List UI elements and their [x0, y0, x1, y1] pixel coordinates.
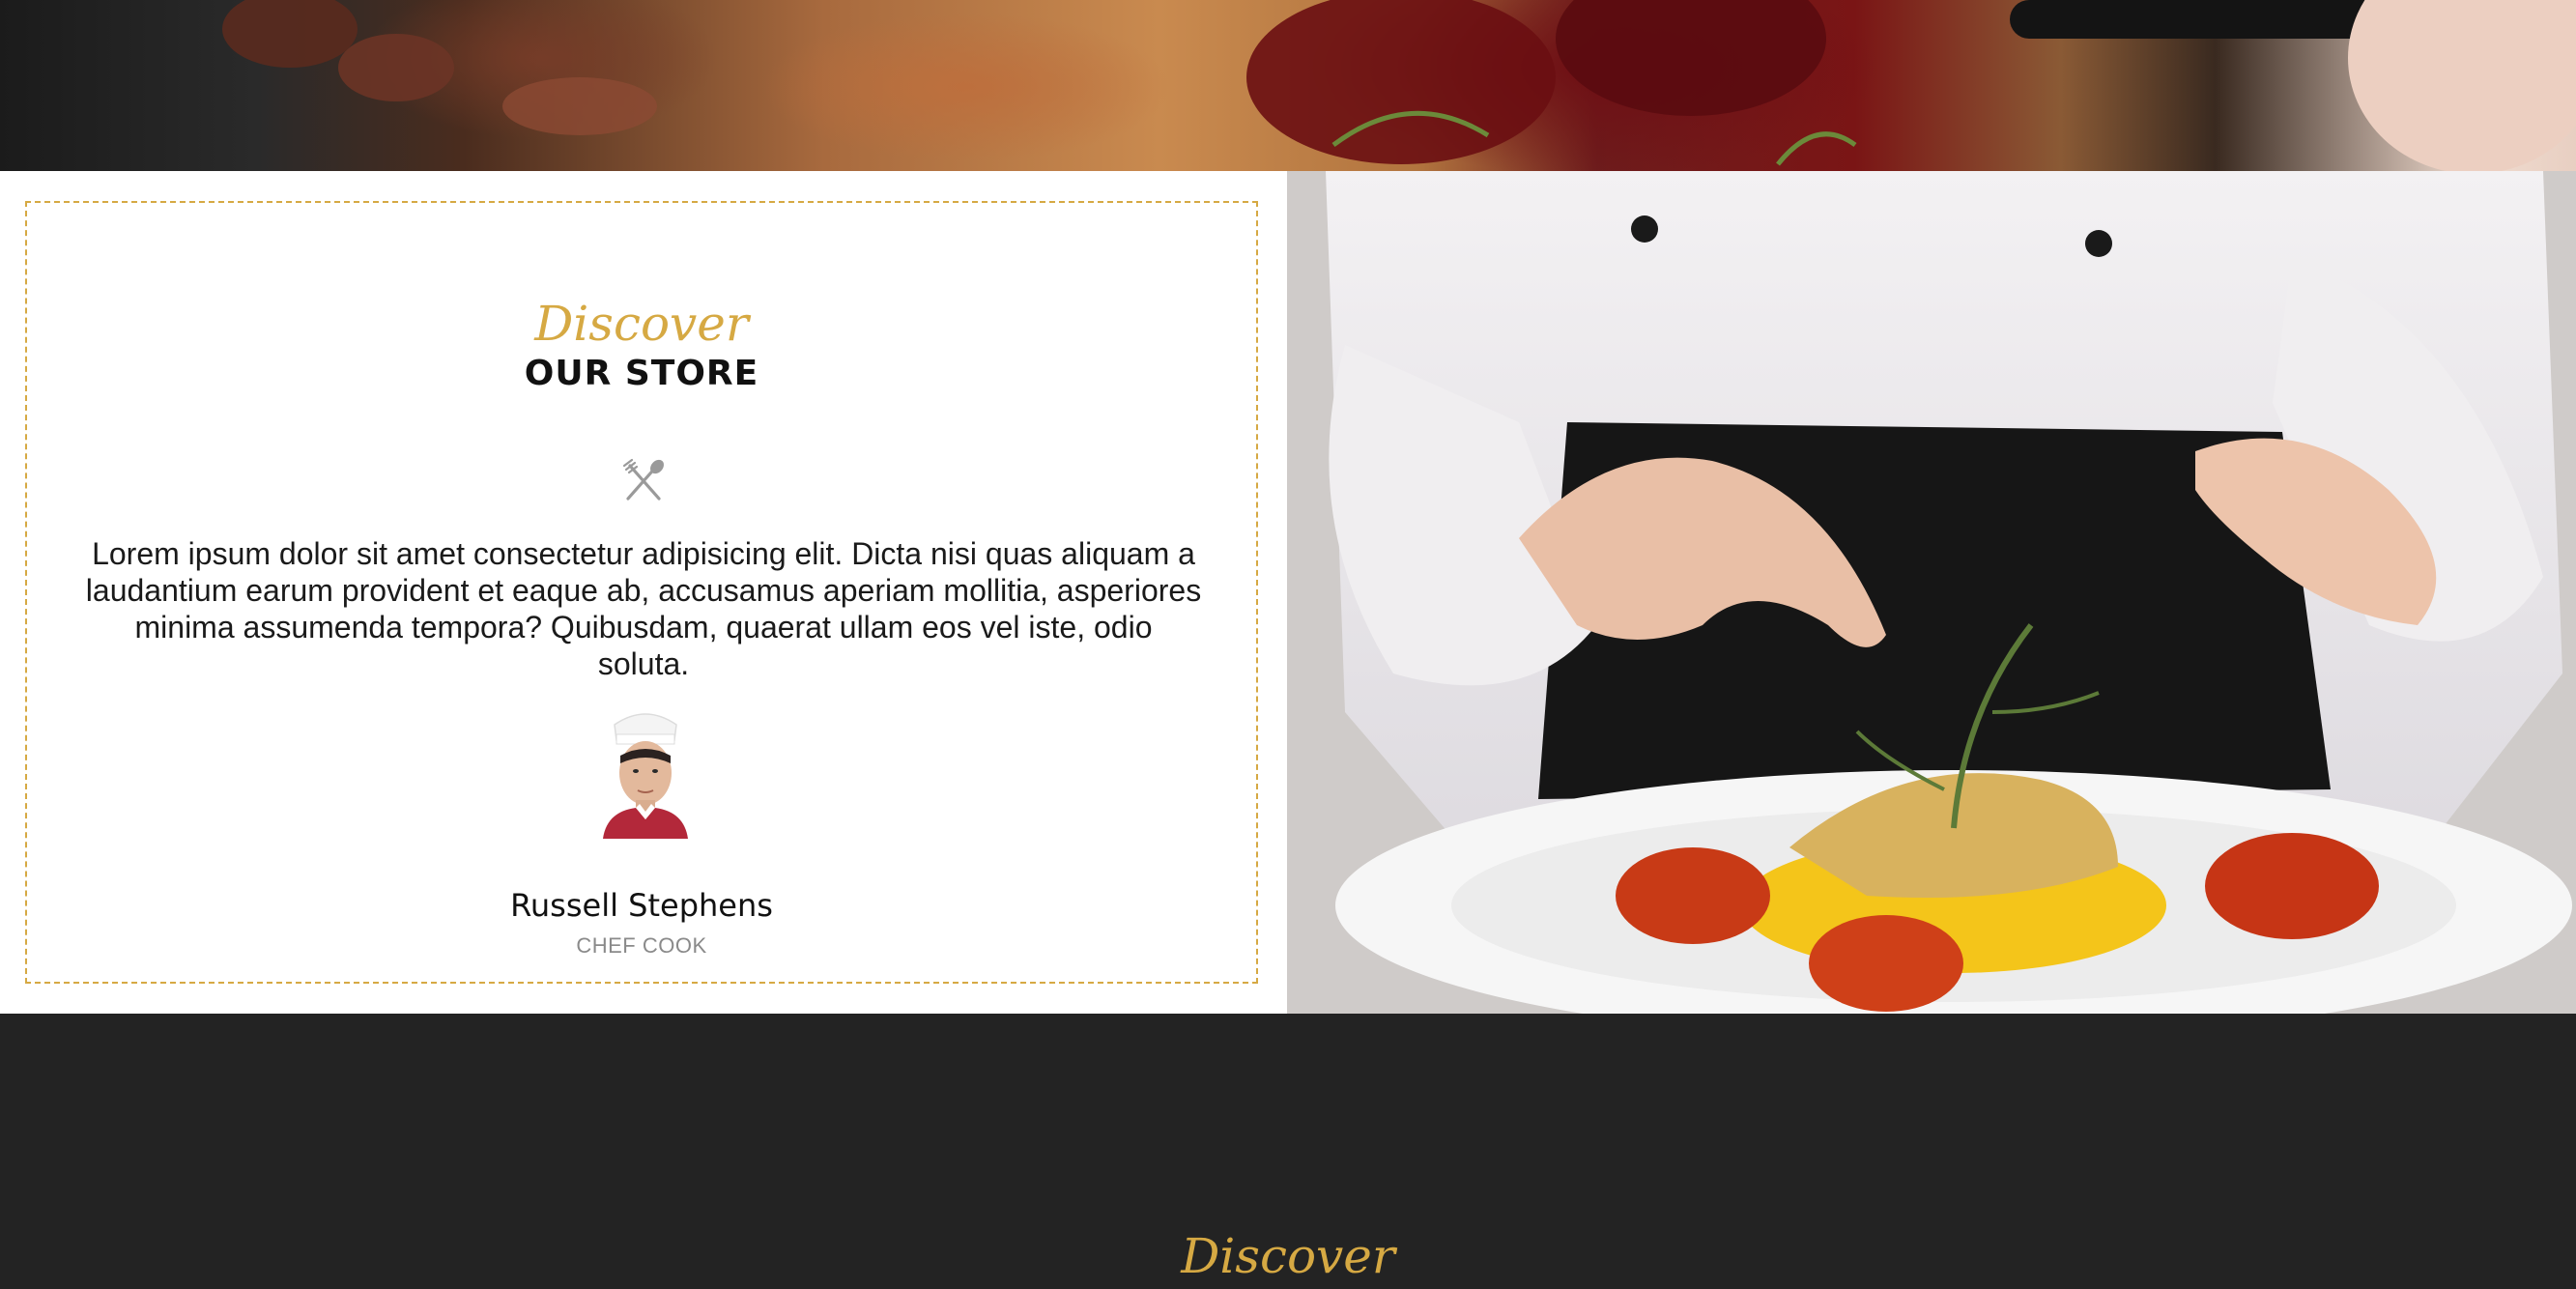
chef-avatar	[597, 696, 694, 839]
section-heading: OUR STORE	[524, 354, 759, 393]
banner-meat-photo	[0, 0, 2576, 171]
chef-role: CHEF COOK	[576, 933, 707, 958]
discover-script-title-dark: Discover	[1181, 1228, 1395, 1284]
banner-meat-decoration	[222, 0, 2576, 171]
discover-script-title: Discover	[534, 296, 749, 352]
chef-plating-photo	[1287, 171, 2576, 1014]
fork-spoon-icon	[618, 456, 669, 506]
dark-discover-section: Discover	[0, 1014, 2576, 1289]
our-store-section: Discover OUR STORE Lorem ipsum dolor sit…	[0, 171, 1287, 1014]
store-description: Lorem ipsum dolor sit amet consectetur a…	[85, 536, 1202, 681]
store-dashed-frame: Discover OUR STORE Lorem ipsum dolor sit…	[25, 201, 1258, 984]
chef-name: Russell Stephens	[510, 887, 773, 924]
chef-plating-illustration	[1287, 171, 2576, 1014]
